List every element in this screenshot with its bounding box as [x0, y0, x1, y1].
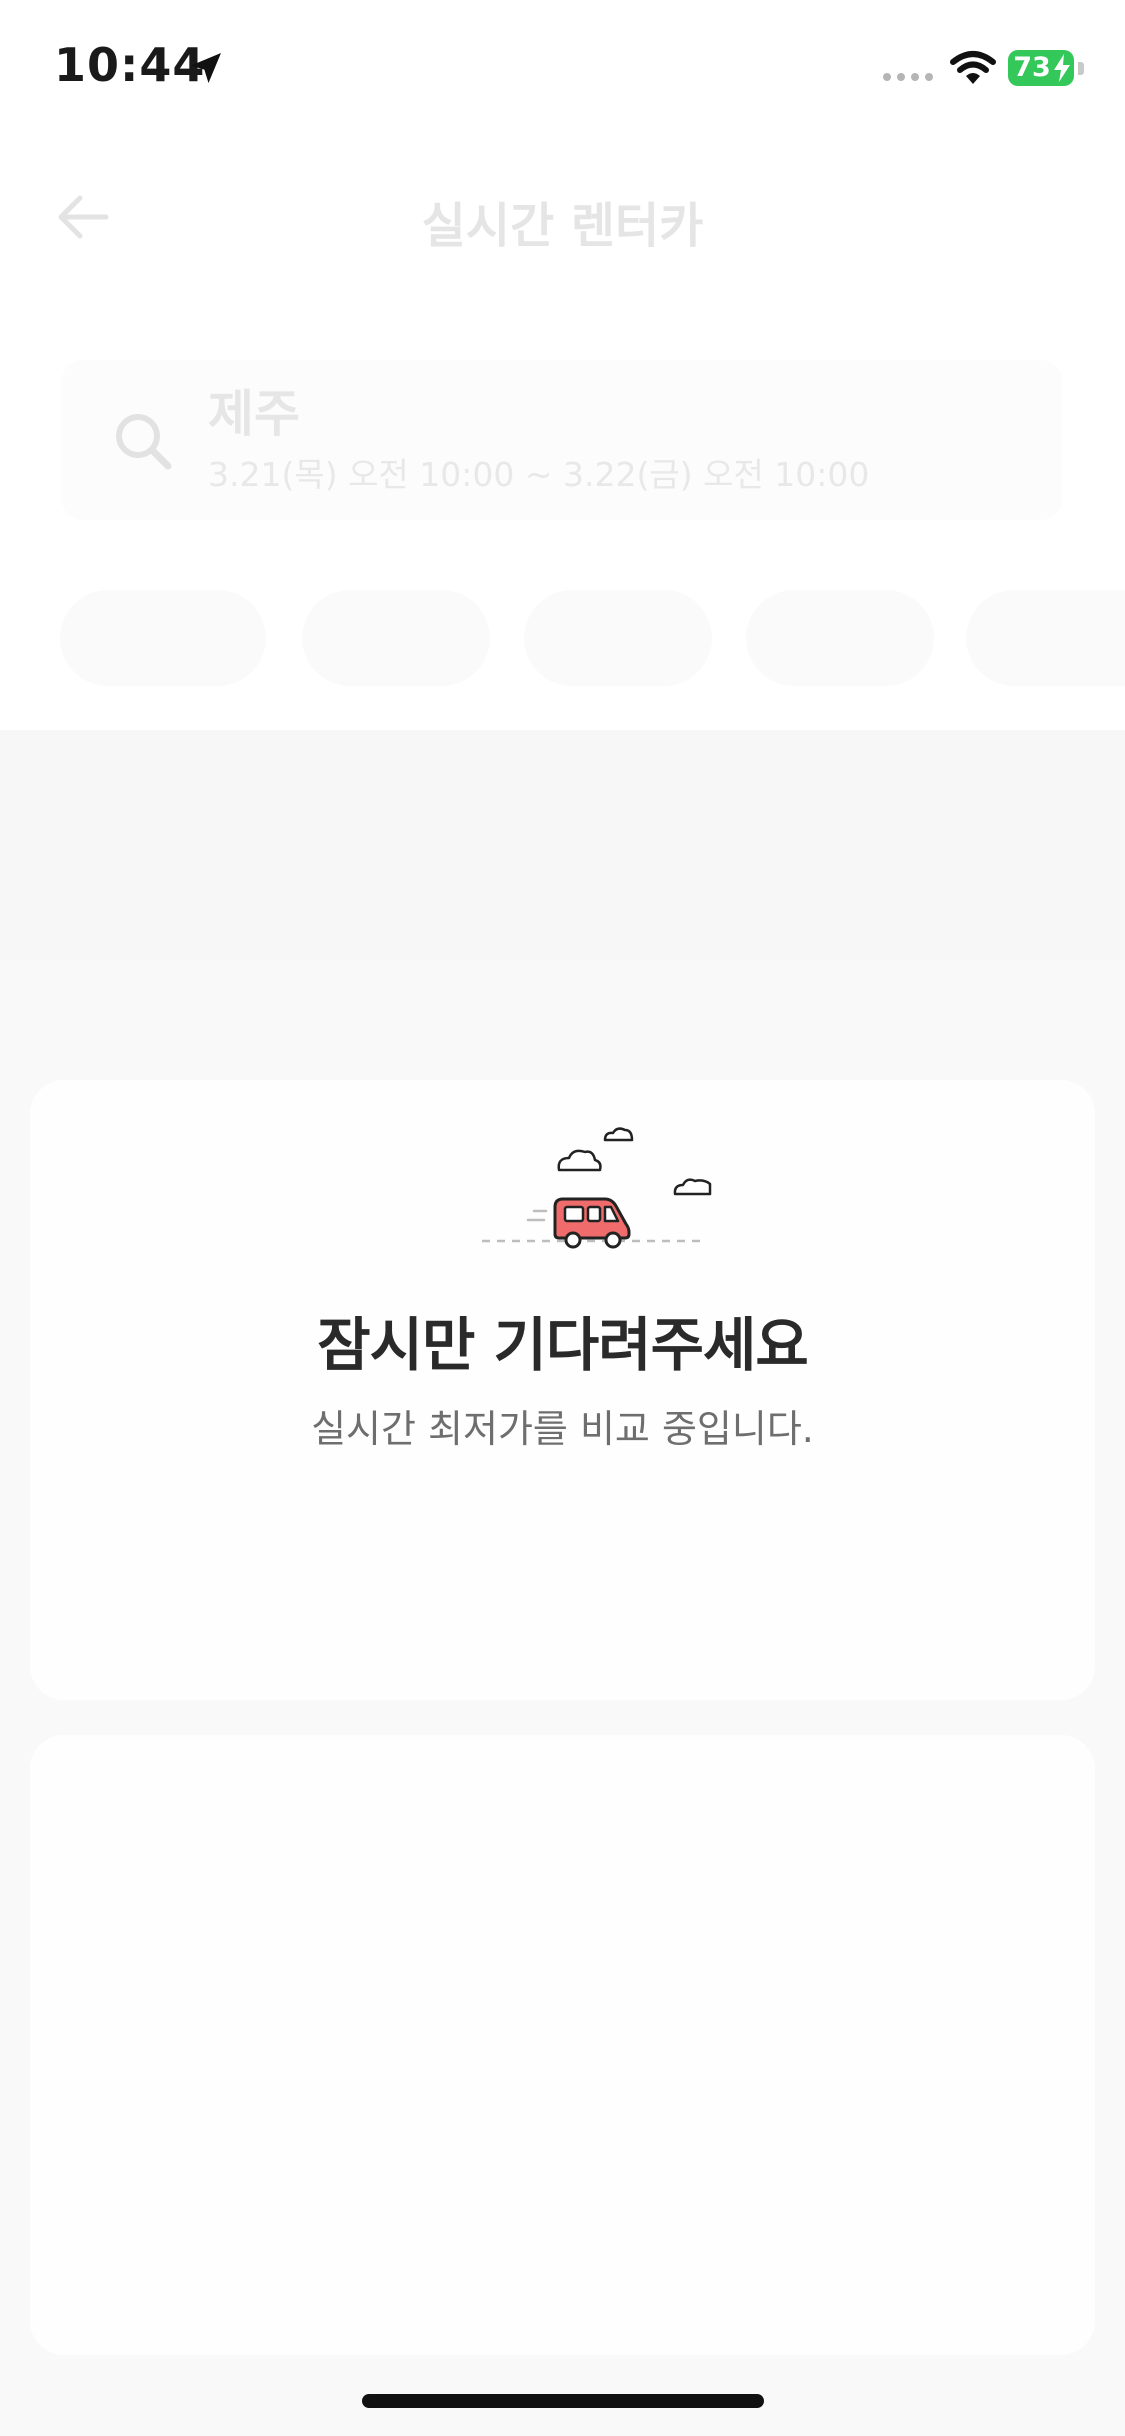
search-icon: [116, 414, 172, 470]
battery-percent: 73: [1013, 52, 1051, 83]
battery-nub: [1078, 62, 1084, 75]
location-arrow-icon: [191, 53, 221, 83]
banner-placeholder: [0, 730, 1125, 960]
filter-chip[interactable]: [746, 590, 934, 686]
page-title: 실시간 렌터카: [421, 198, 704, 254]
filter-chip[interactable]: [966, 590, 1125, 686]
loading-card: 잠시만 기다려주세요 실시간 최저가를 비교 중입니다.: [30, 1080, 1095, 1700]
home-indicator[interactable]: [362, 2394, 764, 2408]
header: 실시간 렌터카 제주 3.21(목) 오전 10:00 ~ 3.22(금) 오전…: [0, 130, 1125, 730]
search-dates: 3.21(목) 오전 10:00 ~ 3.22(금) 오전 10:00: [208, 455, 870, 494]
moving-van-illustration: [482, 1127, 712, 1249]
filter-chip[interactable]: [524, 590, 712, 686]
loading-title: 잠시만 기다려주세요: [317, 1311, 808, 1379]
search-box[interactable]: 제주 3.21(목) 오전 10:00 ~ 3.22(금) 오전 10:00: [62, 360, 1062, 520]
search-location: 제주: [208, 385, 300, 443]
status-time: 10:44: [54, 38, 206, 92]
filter-chip[interactable]: [302, 590, 490, 686]
placeholder-card: [30, 1735, 1095, 2355]
bolt-icon: [1054, 54, 1070, 82]
wifi-icon: [950, 51, 996, 84]
loading-subtitle: 실시간 최저가를 비교 중입니다.: [311, 1407, 814, 1451]
filter-chip[interactable]: [60, 590, 266, 686]
battery-charging-icon: 73: [1008, 50, 1084, 88]
status-bar: 10:44 73: [0, 0, 1125, 130]
cellular-signal-icon: [883, 73, 933, 81]
